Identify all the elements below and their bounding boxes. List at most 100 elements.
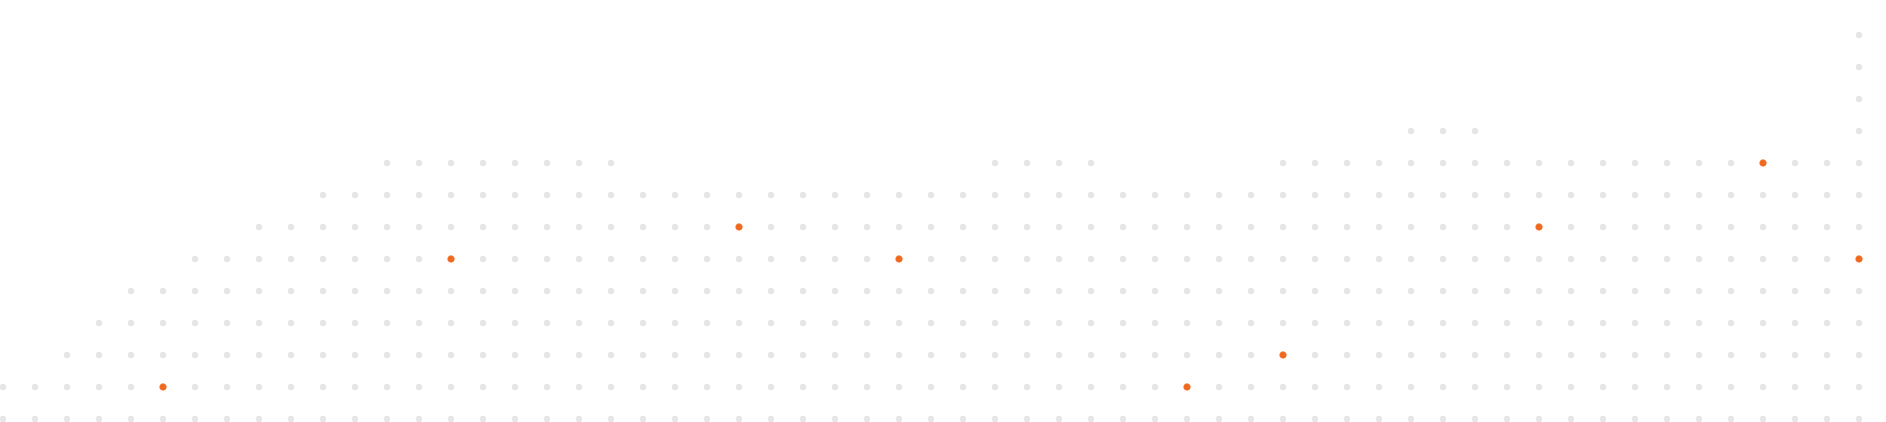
grid-dot <box>799 191 807 199</box>
grid-dot <box>1087 383 1095 391</box>
grid-dot <box>735 319 743 327</box>
grid-dot <box>63 415 71 422</box>
grid-dot <box>1375 319 1383 327</box>
grid-dot <box>543 287 551 295</box>
grid-dot <box>511 415 519 422</box>
grid-dot <box>671 191 679 199</box>
grid-dot <box>799 223 807 231</box>
grid-dot <box>479 223 487 231</box>
grid-dot <box>895 191 903 199</box>
grid-dot <box>767 383 775 391</box>
grid-dot <box>1183 191 1191 199</box>
grid-dot <box>927 255 935 263</box>
grid-dot <box>1695 383 1703 391</box>
grid-dot <box>1119 223 1127 231</box>
grid-dot <box>1183 415 1191 422</box>
grid-dot <box>1023 223 1031 231</box>
grid-dot <box>159 415 167 422</box>
grid-dot <box>1631 319 1639 327</box>
grid-dot <box>1823 191 1831 199</box>
grid-dot <box>1407 223 1415 231</box>
grid-dot <box>1407 415 1415 422</box>
grid-dot <box>1567 255 1575 263</box>
grid-dot <box>1279 383 1287 391</box>
grid-dot <box>223 255 231 263</box>
grid-dot <box>1375 287 1383 295</box>
accent-dot <box>447 255 455 263</box>
grid-dot <box>479 319 487 327</box>
grid-dot <box>895 415 903 422</box>
grid-dot <box>287 287 295 295</box>
grid-dot <box>1471 255 1479 263</box>
grid-dot <box>63 351 71 359</box>
grid-dot <box>1823 415 1831 422</box>
grid-dot <box>415 319 423 327</box>
grid-dot <box>1343 255 1351 263</box>
grid-dot <box>895 383 903 391</box>
grid-dot <box>1343 383 1351 391</box>
grid-dot <box>351 319 359 327</box>
grid-dot <box>1567 351 1575 359</box>
grid-dot <box>575 191 583 199</box>
grid-dot <box>223 351 231 359</box>
grid-dot <box>223 287 231 295</box>
grid-dot <box>1535 287 1543 295</box>
grid-dot <box>1663 191 1671 199</box>
grid-dot <box>511 223 519 231</box>
grid-dot <box>127 319 135 327</box>
grid-dot <box>1407 255 1415 263</box>
grid-dot <box>1663 415 1671 422</box>
grid-dot <box>959 223 967 231</box>
grid-dot <box>1631 223 1639 231</box>
grid-dot <box>1247 415 1255 422</box>
grid-dot <box>1663 383 1671 391</box>
grid-dot <box>671 383 679 391</box>
grid-dot <box>1055 319 1063 327</box>
grid-dot <box>1439 351 1447 359</box>
grid-dot <box>1119 287 1127 295</box>
grid-dot <box>415 159 423 167</box>
grid-dot <box>95 415 103 422</box>
grid-dot <box>383 255 391 263</box>
grid-dot <box>1855 31 1863 39</box>
grid-dot <box>255 319 263 327</box>
grid-dot <box>543 223 551 231</box>
grid-dot <box>319 351 327 359</box>
accent-dot <box>1855 255 1863 263</box>
grid-dot <box>319 383 327 391</box>
grid-dot <box>255 351 263 359</box>
grid-dot <box>1151 383 1159 391</box>
grid-dot <box>1471 127 1479 135</box>
grid-dot <box>703 383 711 391</box>
grid-dot <box>639 191 647 199</box>
grid-dot <box>959 319 967 327</box>
grid-dot <box>1407 319 1415 327</box>
grid-dot <box>479 383 487 391</box>
grid-dot <box>447 223 455 231</box>
grid-dot <box>1151 255 1159 263</box>
grid-dot <box>1855 223 1863 231</box>
grid-dot <box>1279 415 1287 422</box>
grid-dot <box>287 415 295 422</box>
grid-dot <box>1535 255 1543 263</box>
grid-dot <box>191 383 199 391</box>
grid-dot <box>1855 63 1863 71</box>
grid-dot <box>991 383 999 391</box>
grid-dot <box>127 351 135 359</box>
grid-dot <box>1311 319 1319 327</box>
grid-dot <box>95 319 103 327</box>
grid-dot <box>255 223 263 231</box>
grid-dot <box>127 287 135 295</box>
grid-dot <box>0 415 7 422</box>
grid-dot <box>1631 191 1639 199</box>
grid-dot <box>383 351 391 359</box>
grid-dot <box>1343 415 1351 422</box>
grid-dot <box>1439 383 1447 391</box>
grid-dot <box>1439 159 1447 167</box>
grid-dot <box>607 223 615 231</box>
grid-dot <box>1503 351 1511 359</box>
grid-dot <box>1599 351 1607 359</box>
grid-dot <box>1215 287 1223 295</box>
grid-dot <box>1439 287 1447 295</box>
grid-dot <box>287 351 295 359</box>
